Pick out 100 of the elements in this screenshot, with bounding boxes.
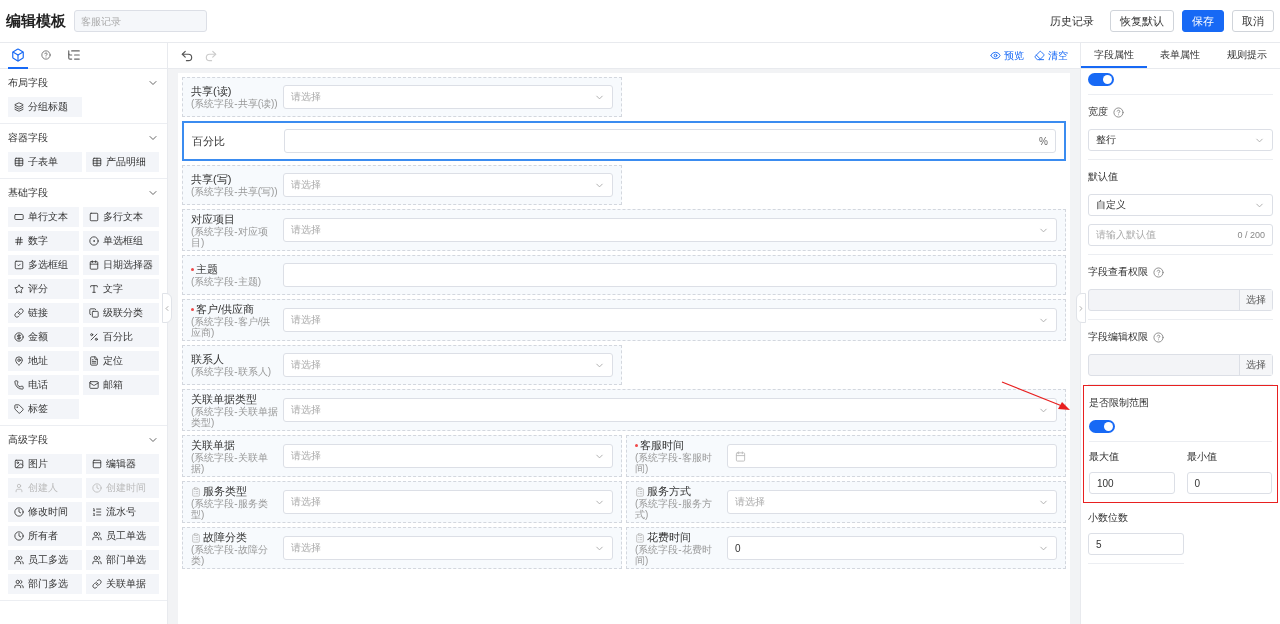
- form-field-card[interactable]: 花费时间 (系统字段-花费时间) 0: [626, 527, 1066, 569]
- input-field[interactable]: 5: [1088, 533, 1184, 555]
- field-type-item[interactable]: 电话: [8, 375, 79, 395]
- select-field[interactable]: 0: [727, 536, 1057, 560]
- field-type-item[interactable]: 定位: [83, 351, 159, 371]
- input-field[interactable]: 100: [1089, 472, 1175, 494]
- input-field[interactable]: [283, 263, 1057, 287]
- select-field[interactable]: 整行: [1088, 129, 1273, 151]
- page-title: 编辑模板: [6, 11, 66, 31]
- field-label: 联系人: [191, 352, 224, 366]
- field-type-item[interactable]: 图片: [8, 454, 82, 474]
- form-field-card[interactable]: 共享(读) (系统字段-共享(读)) 请选择: [182, 77, 622, 117]
- panel-tab[interactable]: 字段属性: [1081, 43, 1148, 68]
- form-field-card[interactable]: 客户/供应商 (系统字段-客户/供应商) 请选择: [182, 299, 1066, 341]
- field-type-item[interactable]: 员工多选: [8, 550, 82, 570]
- field-label: 服务方式: [647, 484, 691, 498]
- field-type-item[interactable]: 部门多选: [8, 574, 82, 594]
- input-field[interactable]: %: [284, 129, 1056, 153]
- undo-icon[interactable]: [180, 48, 194, 63]
- field-sublabel: (系统字段-服务方式): [635, 499, 713, 520]
- form-field-card[interactable]: 百分比 %: [182, 121, 1066, 161]
- users-icon: [14, 579, 24, 589]
- form-field-card[interactable]: 服务方式 (系统字段-服务方式) 请选择: [626, 481, 1066, 523]
- toggle-switch[interactable]: [1089, 420, 1115, 433]
- radio-icon: [89, 236, 99, 246]
- form-field-card[interactable]: 关联单据 (系统字段-关联单据) 请选择: [182, 435, 622, 477]
- panel-tab[interactable]: 规则提示: [1213, 43, 1280, 68]
- form-field-card[interactable]: 对应项目 (系统字段-对应项目) 请选择: [182, 209, 1066, 251]
- field-type-item[interactable]: 子表单: [8, 152, 82, 172]
- user-icon: [14, 483, 24, 493]
- date-field[interactable]: [727, 444, 1057, 468]
- field-type-item[interactable]: 产品明细: [85, 152, 159, 172]
- field-label: 共享(写): [191, 172, 232, 186]
- form-field-card[interactable]: 服务类型 (系统字段-服务类型) 请选择: [182, 481, 622, 523]
- field-type-item[interactable]: 日期选择器: [83, 255, 159, 275]
- field-type-item[interactable]: 流水号: [85, 502, 159, 522]
- property-label: 最小值: [1186, 450, 1218, 464]
- form-field-card[interactable]: 关联单据类型 (系统字段-关联单据类型) 请选择: [182, 389, 1066, 431]
- form-field-card[interactable]: 客服时间 (系统字段-客服时间): [626, 435, 1066, 477]
- field-type-item[interactable]: 级联分类: [83, 303, 159, 323]
- field-type-item[interactable]: 多行文本: [83, 207, 159, 227]
- field-type-item[interactable]: 标签: [8, 399, 79, 419]
- select-button[interactable]: 选择: [1239, 290, 1272, 310]
- header-button[interactable]: 取消: [1232, 10, 1274, 32]
- form-field-card[interactable]: 主题 (系统字段-主题): [182, 255, 1066, 295]
- field-type-item[interactable]: 文字: [83, 279, 159, 299]
- template-name-field[interactable]: 客服记录: [74, 10, 207, 32]
- rectangle-icon: [14, 212, 24, 222]
- field-sublabel: (系统字段-客服时间): [635, 453, 713, 474]
- field-type-item[interactable]: 邮箱: [83, 375, 159, 395]
- header-button[interactable]: 恢复默认: [1110, 10, 1174, 32]
- field-type-item[interactable]: 关联单据: [85, 574, 159, 594]
- field-type-item[interactable]: 评分: [8, 279, 79, 299]
- field-type-item[interactable]: 所有者: [8, 526, 82, 546]
- field-type-item[interactable]: 多选框组: [8, 255, 79, 275]
- field-type-item[interactable]: 数字: [8, 231, 79, 251]
- field-label: 客服时间: [640, 438, 684, 452]
- field-sublabel: (系统字段-故障分类): [191, 545, 269, 566]
- field-type-item[interactable]: 百分比: [83, 327, 159, 347]
- history-link[interactable]: 历史记录: [1050, 13, 1094, 29]
- permission-field[interactable]: 选择: [1088, 354, 1273, 376]
- users-icon: [14, 555, 24, 565]
- form-field-card[interactable]: 共享(写) (系统字段-共享(写)) 请选择: [182, 165, 622, 205]
- pin-icon: [14, 356, 24, 366]
- field-type-item[interactable]: 部门单选: [85, 550, 159, 570]
- field-type-item[interactable]: 单行文本: [8, 207, 79, 227]
- permission-field[interactable]: 选择: [1088, 289, 1273, 311]
- property-label: 最大值: [1089, 450, 1120, 464]
- clock-icon: [14, 507, 24, 517]
- field-type-item[interactable]: 链接: [8, 303, 79, 323]
- field-type-item[interactable]: 地址: [8, 351, 79, 371]
- field-sublabel: (系统字段-关联单据): [191, 453, 269, 474]
- property-label: 小数位数: [1088, 511, 1129, 525]
- field-label: 花费时间: [647, 530, 691, 544]
- form-field-card[interactable]: 故障分类 (系统字段-故障分类) 请选择: [182, 527, 622, 569]
- select-button[interactable]: 选择: [1239, 355, 1272, 375]
- calendar-icon: [735, 450, 746, 462]
- collapse-handle[interactable]: [1076, 293, 1086, 323]
- field-sublabel: (系统字段-共享(写)): [191, 187, 279, 198]
- clock-icon: [91, 483, 102, 493]
- toolbar-link[interactable]: 清空: [1034, 48, 1068, 63]
- input-field[interactable]: 0: [1186, 472, 1272, 494]
- toggle-switch[interactable]: [1088, 73, 1114, 86]
- group-title: 高级字段: [8, 433, 48, 447]
- collapse-handle[interactable]: [162, 293, 172, 323]
- panel-tab[interactable]: 表单属性: [1147, 43, 1214, 68]
- field-type-item[interactable]: 金额: [8, 327, 79, 347]
- field-type-item[interactable]: 单选框组: [83, 231, 159, 251]
- field-type-item[interactable]: 修改时间: [8, 502, 82, 522]
- help-icon: [1153, 266, 1164, 278]
- field-type-item[interactable]: 员工单选: [85, 526, 159, 546]
- select-field[interactable]: 自定义: [1088, 194, 1273, 216]
- checkbox-icon: [14, 260, 24, 270]
- percent-icon: [89, 332, 99, 342]
- header-button[interactable]: 保存: [1182, 10, 1224, 32]
- toolbar-link[interactable]: 预览: [990, 48, 1024, 63]
- field-type-item[interactable]: 编辑器: [85, 454, 159, 474]
- field-type-item[interactable]: 分组标题: [8, 97, 82, 117]
- input-field[interactable]: 请输入默认值 0 / 200: [1088, 224, 1273, 246]
- form-field-card[interactable]: 联系人 (系统字段-联系人) 请选择: [182, 345, 622, 385]
